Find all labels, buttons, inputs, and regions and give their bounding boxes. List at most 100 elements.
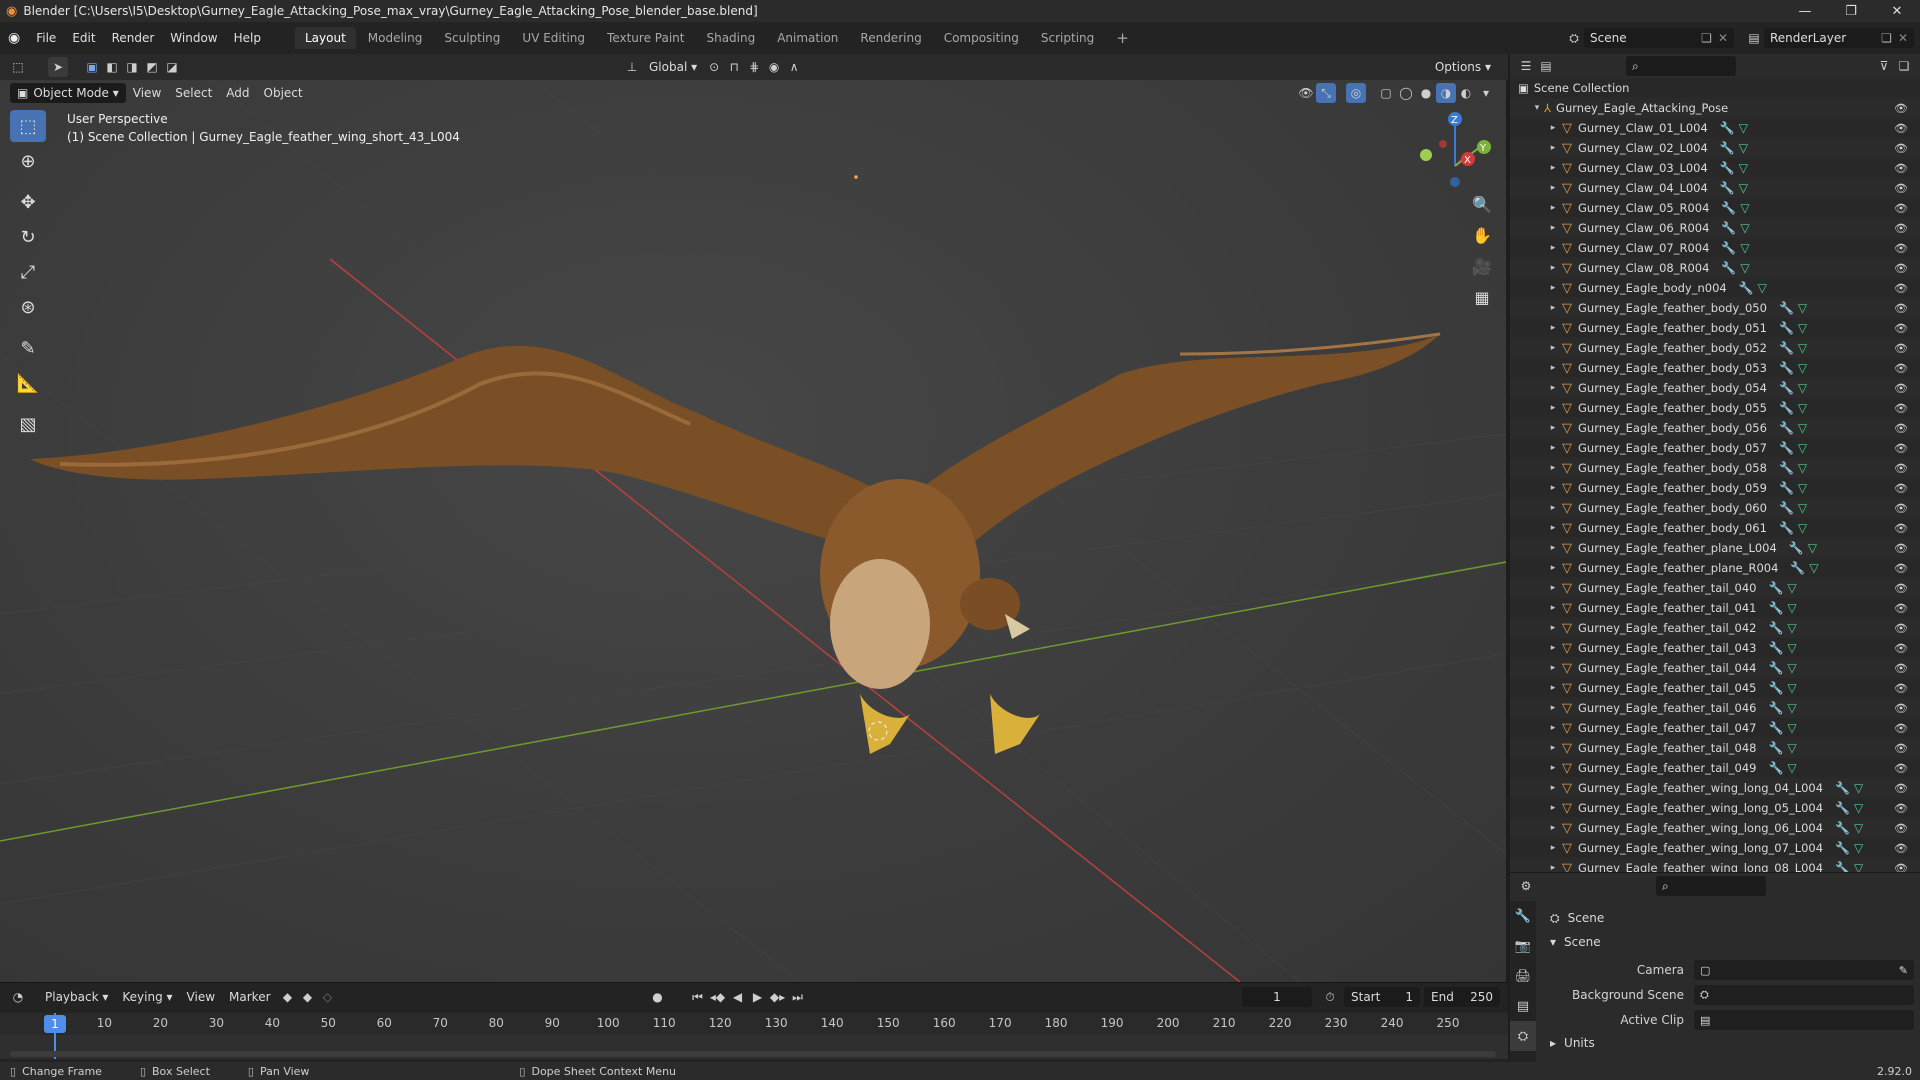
view-layer-tab-icon[interactable]: ▤ bbox=[1510, 991, 1536, 1021]
filter-icon[interactable]: ⊽ bbox=[1874, 56, 1894, 76]
jump-next-keyframe-icon[interactable]: ◆▸ bbox=[768, 987, 788, 1007]
pivot-point-icon[interactable]: ⊙ bbox=[704, 57, 724, 77]
new-collection-icon[interactable]: ❏ bbox=[1894, 56, 1914, 76]
outliner-item[interactable]: ▸ ▽ Gurney_Eagle_feather_tail_043 🔧 ▽ 👁 bbox=[1510, 638, 1920, 658]
mesh-data-icon[interactable]: ▽ bbox=[1854, 801, 1863, 815]
eye-icon[interactable]: 👁 bbox=[1894, 622, 1908, 635]
eye-icon[interactable]: 👁 bbox=[1894, 382, 1908, 395]
expand-icon[interactable]: ▸ bbox=[1546, 363, 1560, 373]
keying-menu[interactable]: Keying ▾ bbox=[115, 987, 179, 1007]
mesh-data-icon[interactable]: ▽ bbox=[1798, 341, 1807, 355]
gizmo-neg-x-icon[interactable] bbox=[1439, 140, 1447, 148]
eye-icon[interactable]: 👁 bbox=[1894, 842, 1908, 855]
display-mode-icon[interactable]: ▤ bbox=[1536, 56, 1556, 76]
expand-icon[interactable]: ▸ bbox=[1546, 143, 1560, 153]
cursor-tool-icon[interactable]: ⊕ bbox=[10, 145, 46, 177]
remove-view-layer-icon[interactable]: ✕ bbox=[1898, 31, 1908, 45]
expand-icon[interactable]: ▸ bbox=[1546, 303, 1560, 313]
modifier-icon[interactable]: 🔧 ▽ bbox=[1779, 381, 1807, 395]
tab-rendering[interactable]: Rendering bbox=[850, 27, 931, 49]
modifier-icon[interactable]: 🔧 ▽ bbox=[1721, 241, 1749, 255]
shading-options-icon[interactable]: ▾ bbox=[1476, 83, 1496, 103]
tab-modeling[interactable]: Modeling bbox=[358, 27, 433, 49]
3d-viewport[interactable]: Z X Y bbox=[0, 54, 1506, 982]
expand-icon[interactable]: ▸ bbox=[1546, 783, 1560, 793]
play-reverse-icon[interactable]: ◀ bbox=[728, 987, 748, 1007]
eye-icon[interactable]: 👁 bbox=[1894, 762, 1908, 775]
remove-scene-icon[interactable]: ✕ bbox=[1718, 31, 1728, 45]
outliner-item[interactable]: ▸ ▽ Gurney_Eagle_feather_wing_long_06_L004… bbox=[1510, 818, 1920, 838]
eye-icon[interactable]: 👁 bbox=[1894, 582, 1908, 595]
modifier-icon[interactable]: 🔧 ▽ bbox=[1835, 841, 1863, 855]
background-scene-field[interactable]: ⛭ bbox=[1694, 985, 1914, 1005]
tool-tab-icon[interactable]: 🔧 bbox=[1510, 901, 1536, 931]
modifier-icon[interactable]: 🔧 ▽ bbox=[1768, 701, 1796, 715]
outliner-item[interactable]: ▸ ▽ Gurney_Eagle_feather_body_054 🔧 ▽ 👁 bbox=[1510, 378, 1920, 398]
expand-icon[interactable]: ▸ bbox=[1546, 423, 1560, 433]
expand-icon[interactable]: ▸ bbox=[1546, 503, 1560, 513]
eye-icon[interactable]: 👁 bbox=[1894, 302, 1908, 315]
editor-type-icon[interactable]: ⬚ bbox=[8, 57, 28, 77]
snap-icon[interactable]: ⊓ bbox=[724, 57, 744, 77]
menu-edit[interactable]: Edit bbox=[64, 22, 103, 54]
outliner-item[interactable]: ▸ ▽ Gurney_Eagle_feather_tail_044 🔧 ▽ 👁 bbox=[1510, 658, 1920, 678]
mesh-data-icon[interactable]: ▽ bbox=[1787, 601, 1796, 615]
modifier-icon[interactable]: 🔧 ▽ bbox=[1779, 321, 1807, 335]
select-box-tool-icon[interactable]: ⬚ bbox=[10, 110, 46, 142]
active-clip-field[interactable]: ▤ bbox=[1694, 1010, 1914, 1030]
expand-icon[interactable]: ▸ bbox=[1546, 223, 1560, 233]
annotate-tool-icon[interactable]: ✎ bbox=[10, 332, 46, 364]
scene-selector[interactable]: Scene ❏ ✕ bbox=[1584, 28, 1734, 48]
modifier-icon[interactable]: 🔧 ▽ bbox=[1720, 121, 1748, 135]
menu-render[interactable]: Render bbox=[104, 22, 163, 54]
modifier-icon[interactable]: 🔧 ▽ bbox=[1739, 281, 1767, 295]
mesh-data-icon[interactable]: ▽ bbox=[1798, 321, 1807, 335]
modifier-icon[interactable]: 🔧 ▽ bbox=[1779, 301, 1807, 315]
outliner-item[interactable]: ▸ ▽ Gurney_Eagle_feather_body_058 🔧 ▽ 👁 bbox=[1510, 458, 1920, 478]
modifier-icon[interactable]: 🔧 ▽ bbox=[1835, 861, 1863, 872]
expand-icon[interactable]: ▸ bbox=[1546, 203, 1560, 213]
outliner-item[interactable]: ▸ ▽ Gurney_Claw_03_L004 🔧 ▽ 👁 bbox=[1510, 158, 1920, 178]
outliner-item[interactable]: ▸ ▽ Gurney_Eagle_feather_body_050 🔧 ▽ 👁 bbox=[1510, 298, 1920, 318]
expand-icon[interactable]: ▸ bbox=[1546, 863, 1560, 872]
modifier-icon[interactable]: 🔧 ▽ bbox=[1768, 581, 1796, 595]
auto-keying-icon[interactable]: ● bbox=[648, 987, 668, 1007]
material-preview-shading-icon[interactable]: ◑ bbox=[1436, 83, 1456, 103]
object-menu[interactable]: Object bbox=[257, 83, 310, 103]
expand-icon[interactable]: ▸ bbox=[1546, 443, 1560, 453]
select-tool-icon[interactable]: ➤ bbox=[48, 57, 68, 77]
solid-shading-icon[interactable]: ● bbox=[1416, 83, 1436, 103]
modifier-icon[interactable]: 🔧 ▽ bbox=[1779, 461, 1807, 475]
snap-target-icon[interactable]: ⋕ bbox=[744, 57, 764, 77]
playhead-frame-label[interactable]: 1 bbox=[44, 1015, 66, 1033]
tab-sculpting[interactable]: Sculpting bbox=[434, 27, 510, 49]
mesh-data-icon[interactable]: ▽ bbox=[1740, 261, 1749, 275]
mesh-data-icon[interactable]: ▽ bbox=[1798, 381, 1807, 395]
visibility-icon[interactable]: 👁 bbox=[1296, 83, 1316, 103]
mesh-data-icon[interactable]: ▽ bbox=[1798, 481, 1807, 495]
expand-icon[interactable]: ▸ bbox=[1546, 583, 1560, 593]
select-intersect-icon[interactable]: ◪ bbox=[162, 57, 182, 77]
eye-icon[interactable]: 👁 bbox=[1894, 282, 1908, 295]
expand-icon[interactable]: ▸ bbox=[1546, 403, 1560, 413]
eye-icon[interactable]: 👁 bbox=[1894, 522, 1908, 535]
timeline-ruler[interactable]: 10 20 30 40 50 60 70 80 90 100 110 120 130 140 150 160 1… bbox=[0, 1013, 1508, 1035]
expand-icon[interactable]: ▸ bbox=[1546, 663, 1560, 673]
jump-prev-keyframe-icon[interactable]: ◂◆ bbox=[708, 987, 728, 1007]
outliner-item[interactable]: ▸ ▽ Gurney_Eagle_feather_tail_047 🔧 ▽ 👁 bbox=[1510, 718, 1920, 738]
eye-icon[interactable]: 👁 bbox=[1894, 862, 1908, 873]
select-new-icon[interactable]: ▣ bbox=[82, 57, 102, 77]
eye-icon[interactable]: 👁 bbox=[1894, 482, 1908, 495]
eye-icon[interactable]: 👁 bbox=[1894, 542, 1908, 555]
outliner-item[interactable]: ▸ ▽ Gurney_Eagle_feather_body_059 🔧 ▽ 👁 bbox=[1510, 478, 1920, 498]
copy-scene-icon[interactable]: ❏ bbox=[1701, 31, 1712, 45]
expand-icon[interactable]: ▸ bbox=[1546, 343, 1560, 353]
eye-icon[interactable]: 👁 bbox=[1894, 242, 1908, 255]
mesh-data-icon[interactable]: ▽ bbox=[1798, 421, 1807, 435]
outliner-item[interactable]: ▸ ▽ Gurney_Claw_08_R004 🔧 ▽ 👁 bbox=[1510, 258, 1920, 278]
menu-file[interactable]: File bbox=[28, 22, 64, 54]
modifier-icon[interactable]: 🔧 ▽ bbox=[1768, 741, 1796, 755]
expand-icon[interactable]: ▸ bbox=[1546, 703, 1560, 713]
modifier-icon[interactable]: 🔧 ▽ bbox=[1768, 761, 1796, 775]
mesh-data-icon[interactable]: ▽ bbox=[1739, 121, 1748, 135]
